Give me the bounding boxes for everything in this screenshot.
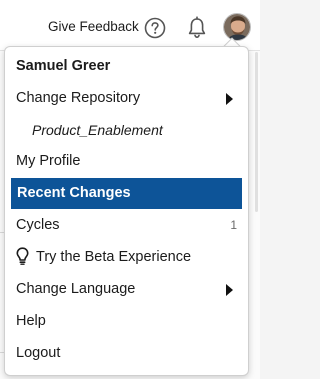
- menu-item-label: Change Repository: [16, 90, 141, 106]
- avatar-photo-icon: [224, 14, 250, 40]
- background-scrollbar[interactable]: [255, 52, 258, 212]
- app-page: Give Feedback Samuel Greer Change Reposi…: [0, 0, 260, 379]
- menu-item-change-language[interactable]: Change Language: [5, 274, 248, 305]
- bell-icon[interactable]: [186, 16, 208, 40]
- menu-item-try-beta[interactable]: Try the Beta Experience: [5, 242, 248, 273]
- top-bar: Give Feedback: [0, 0, 260, 50]
- menu-item-label: Try the Beta Experience: [36, 249, 192, 265]
- menu-item-cycles[interactable]: Cycles 1: [5, 210, 248, 241]
- menu-item-help[interactable]: Help: [5, 306, 248, 337]
- menu-item-change-repository[interactable]: Change Repository: [5, 83, 248, 114]
- user-dropdown-menu: Samuel Greer Change Repository Product_E…: [4, 46, 249, 376]
- give-feedback-link[interactable]: Give Feedback: [48, 19, 139, 34]
- menu-item-label: Change Language: [16, 281, 136, 297]
- cycles-count-badge: 1: [230, 218, 237, 232]
- menu-item-my-profile[interactable]: My Profile: [5, 146, 248, 177]
- menu-user-name: Samuel Greer: [16, 58, 111, 74]
- submenu-arrow-icon: [226, 284, 233, 296]
- help-circle-icon[interactable]: [144, 17, 166, 39]
- lightbulb-icon: [16, 247, 29, 265]
- menu-item-recent-changes[interactable]: Recent Changes: [11, 178, 242, 209]
- user-avatar[interactable]: [223, 13, 251, 41]
- submenu-arrow-icon: [226, 93, 233, 105]
- menu-item-label: Cycles: [16, 217, 60, 233]
- menu-item-logout[interactable]: Logout: [5, 338, 248, 369]
- current-repository-label: Product_Enablement: [32, 122, 163, 138]
